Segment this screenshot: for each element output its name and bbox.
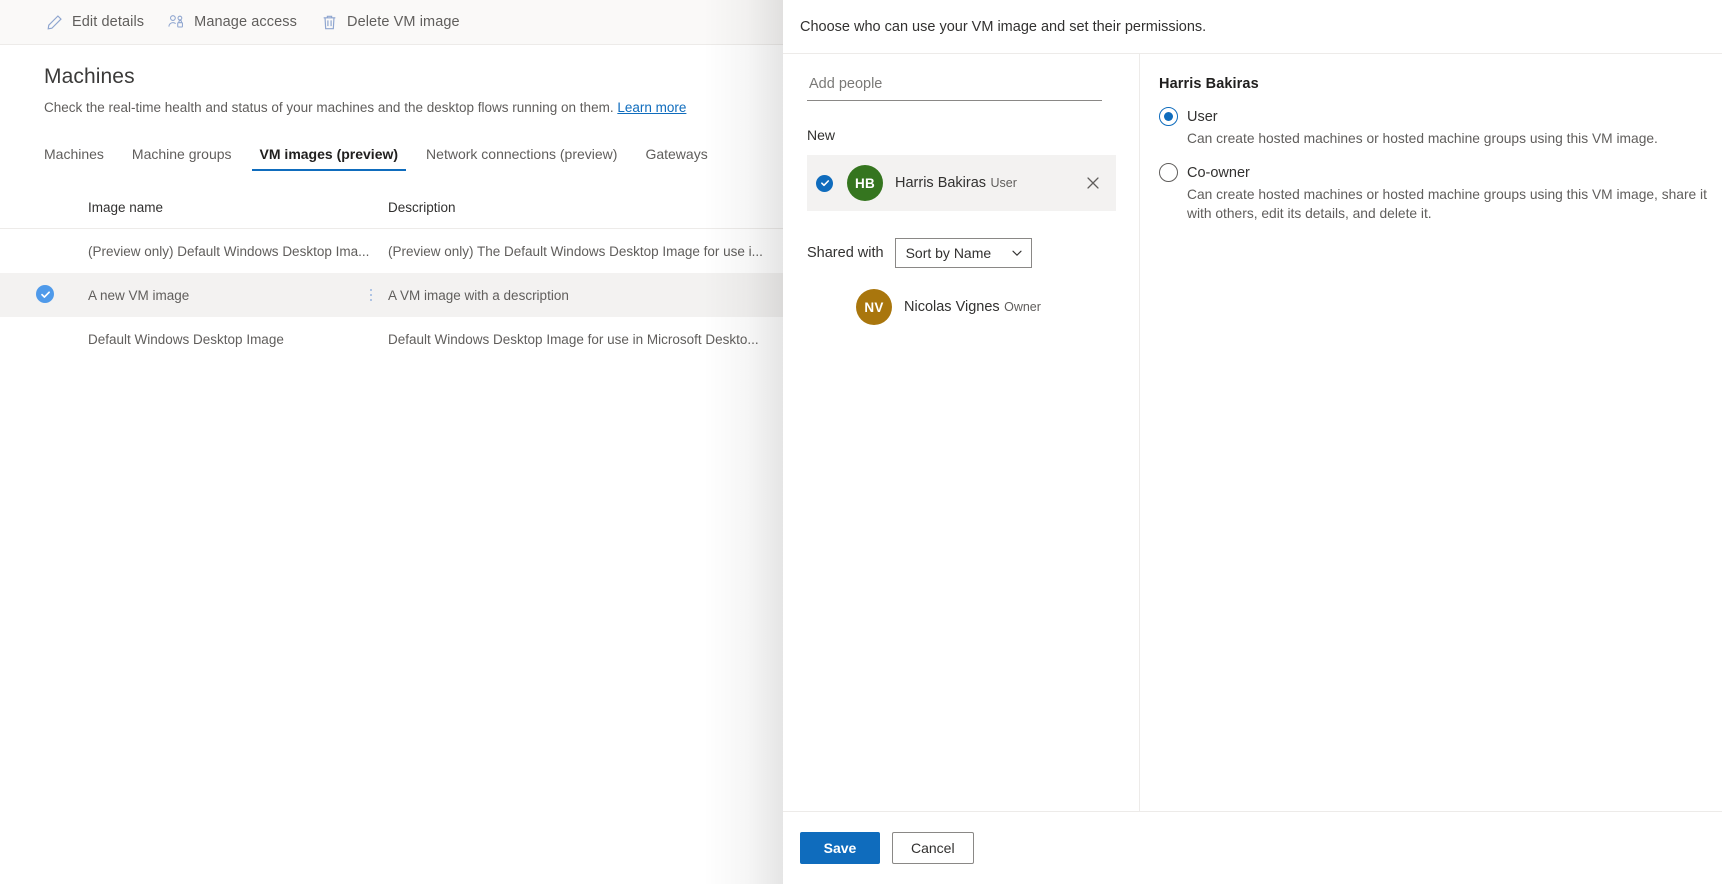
vm-images-table: Image name Description (Preview only) De… [0, 187, 783, 361]
permission-radio-coowner[interactable]: Co-owner [1159, 163, 1722, 182]
machines-page: Edit details Manage access Delete VM ima… [0, 0, 783, 884]
delete-vm-image-button[interactable]: Delete VM image [309, 0, 472, 45]
radio-button-icon[interactable] [1159, 107, 1178, 126]
row-more-actions-icon[interactable] [370, 287, 372, 303]
sort-by-select[interactable]: Sort by Name [894, 238, 1032, 268]
permission-option-coowner: Co-owner Can create hosted machines or h… [1159, 163, 1722, 223]
page-subtitle: Check the real-time health and status of… [44, 100, 783, 115]
panel-footer: Save Cancel [783, 811, 1722, 884]
permission-description-user: Can create hosted machines or hosted mac… [1187, 131, 1658, 146]
pencil-icon [46, 14, 63, 31]
page-subtitle-text: Check the real-time health and status of… [44, 100, 614, 115]
column-header-image-name[interactable]: Image name [88, 200, 388, 215]
row-select-cell[interactable] [36, 285, 88, 305]
save-button[interactable]: Save [800, 832, 880, 864]
tab-machine-groups[interactable]: Machine groups [118, 146, 246, 171]
cell-description: (Preview only) The Default Windows Deskt… [388, 243, 763, 259]
row-select-cell[interactable] [36, 328, 88, 351]
page-tabs: Machines Machine groups VM images (previ… [44, 137, 783, 171]
manage-access-panel: Choose who can use your VM image and set… [783, 0, 1722, 884]
trash-icon [321, 14, 338, 31]
cancel-button[interactable]: Cancel [892, 832, 974, 864]
sort-by-value: Sort by Name [905, 245, 992, 261]
cell-description: A VM image with a description [388, 287, 569, 303]
panel-main: New HB Harris Bakiras User [783, 54, 1722, 811]
person-meta: Harris Bakiras User [895, 174, 1080, 192]
cell-image-name: Default Windows Desktop Image [88, 332, 388, 347]
person-selected-icon[interactable] [816, 174, 833, 192]
cell-image-name-text: A new VM image [88, 287, 190, 303]
table-row[interactable]: A new VM image A VM image with a descrip… [0, 273, 783, 317]
row-checkbox[interactable] [36, 240, 54, 258]
page-body: Machines Check the real-time health and … [0, 45, 783, 361]
panel-header-title: Choose who can use your VM image and set… [800, 18, 1207, 35]
panel-header: Choose who can use your VM image and set… [783, 0, 1722, 54]
row-checkbox-checked[interactable] [36, 285, 54, 304]
permission-radio-user[interactable]: User [1159, 107, 1722, 126]
page-title: Machines [44, 65, 135, 88]
shared-person-row[interactable]: NV Nicolas Vignes Owner [807, 283, 1115, 331]
permission-label-user: User [1187, 108, 1218, 125]
add-people-input[interactable] [807, 76, 1102, 101]
learn-more-link[interactable]: Learn more [617, 100, 686, 115]
cell-image-name-text: Default Windows Desktop Image [88, 331, 284, 347]
table-row[interactable]: Default Windows Desktop Image Default Wi… [0, 317, 783, 361]
permission-label-coowner: Co-owner [1187, 164, 1250, 181]
delete-vm-image-label: Delete VM image [347, 14, 460, 30]
edit-details-button[interactable]: Edit details [34, 0, 156, 45]
new-people-label: New [807, 127, 836, 143]
person-name: Harris Bakiras [895, 175, 987, 191]
cell-image-name-text: (Preview only) Default Windows Desktop I… [88, 243, 370, 259]
shared-with-row: Shared with Sort by Name [807, 238, 1115, 268]
permission-option-user: User Can create hosted machines or hoste… [1159, 107, 1722, 148]
tab-gateways[interactable]: Gateways [631, 146, 721, 171]
cell-image-name: (Preview only) Default Windows Desktop I… [88, 244, 388, 259]
edit-details-label: Edit details [72, 14, 145, 30]
radio-button-icon[interactable] [1159, 163, 1178, 182]
tab-network-connections[interactable]: Network connections (preview) [412, 146, 631, 171]
panel-permissions-column: Harris Bakiras User Can create hosted ma… [1140, 54, 1722, 811]
row-select-cell[interactable] [36, 240, 88, 263]
permissions-subject-name: Harris Bakiras [1159, 76, 1259, 92]
chevron-down-icon [1011, 247, 1023, 259]
permission-description-coowner: Can create hosted machines or hosted mac… [1187, 187, 1707, 221]
person-role: Owner [1004, 300, 1041, 314]
table-header-row: Image name Description [0, 187, 783, 229]
avatar: NV [856, 289, 892, 325]
manage-access-label: Manage access [194, 14, 297, 30]
shared-with-label: Shared with [807, 245, 884, 261]
person-name: Nicolas Vignes [904, 299, 1000, 315]
command-bar: Edit details Manage access Delete VM ima… [0, 0, 783, 45]
panel-people-column: New HB Harris Bakiras User [783, 54, 1140, 811]
person-role: User [990, 176, 1017, 190]
shared-people-list: NV Nicolas Vignes Owner [807, 283, 1115, 331]
table-row[interactable]: (Preview only) Default Windows Desktop I… [0, 229, 783, 273]
new-person-card[interactable]: HB Harris Bakiras User [807, 155, 1116, 211]
person-meta: Nicolas Vignes Owner [904, 298, 1115, 316]
manage-access-icon [168, 14, 185, 31]
app-screen: Edit details Manage access Delete VM ima… [0, 0, 1722, 884]
row-checkbox[interactable] [36, 328, 54, 346]
close-icon[interactable] [1080, 170, 1106, 196]
tab-machines[interactable]: Machines [44, 146, 118, 171]
manage-access-button[interactable]: Manage access [156, 0, 309, 45]
cell-description: Default Windows Desktop Image for use in… [388, 331, 759, 347]
avatar: HB [847, 165, 883, 201]
column-header-description[interactable]: Description [388, 200, 783, 215]
cell-image-name: A new VM image [88, 287, 388, 303]
tab-vm-images[interactable]: VM images (preview) [246, 146, 413, 171]
